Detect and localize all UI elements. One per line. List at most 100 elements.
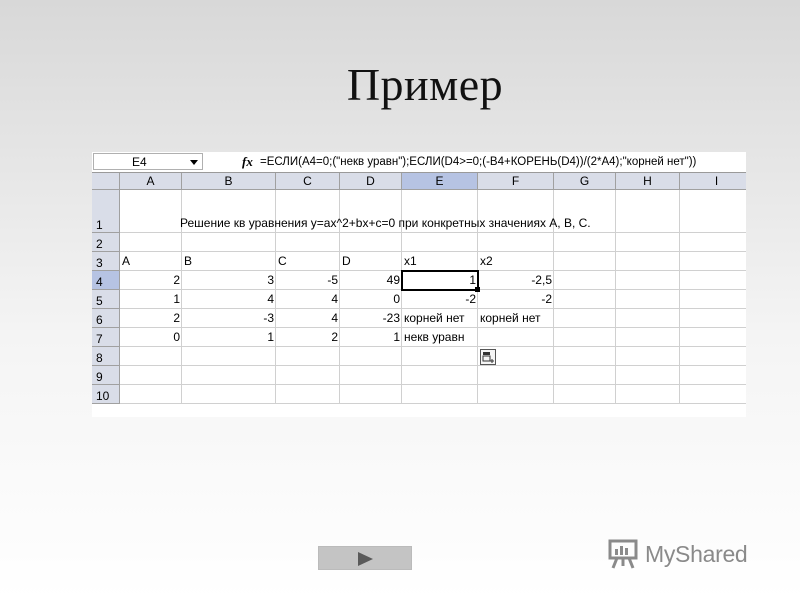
row-number: 10 — [96, 389, 110, 403]
row-number: 5 — [96, 294, 103, 308]
cell-c10[interactable] — [276, 385, 340, 404]
cell-value-d7: 1 — [393, 330, 400, 344]
cell-e8[interactable] — [402, 347, 478, 366]
cell-g5[interactable] — [554, 290, 616, 309]
row-number: 2 — [96, 237, 103, 251]
cell-g3[interactable] — [554, 252, 616, 271]
cell-i3[interactable] — [680, 252, 746, 271]
column-header-h[interactable]: H — [616, 173, 680, 190]
column-header-i[interactable]: I — [680, 173, 746, 190]
formula-input[interactable]: =ЕСЛИ(A4=0;("некв уравн");ЕСЛИ(D4>=0;(-B… — [260, 152, 696, 172]
cell-value-c3: C — [278, 254, 287, 268]
cell-h4[interactable] — [616, 271, 680, 290]
cell-f10[interactable] — [478, 385, 554, 404]
cell-g8[interactable] — [554, 347, 616, 366]
cell-h9[interactable] — [616, 366, 680, 385]
cell-c9[interactable] — [276, 366, 340, 385]
cell-value-a5: 1 — [173, 292, 180, 306]
cell-value-a7: 0 — [173, 330, 180, 344]
cell-i8[interactable] — [680, 347, 746, 366]
cell-h10[interactable] — [616, 385, 680, 404]
cell-b2[interactable] — [182, 233, 276, 252]
cell-d8[interactable] — [340, 347, 402, 366]
cell-i5[interactable] — [680, 290, 746, 309]
column-header-g[interactable]: G — [554, 173, 616, 190]
cell-d10[interactable] — [340, 385, 402, 404]
cell-a1[interactable] — [120, 190, 182, 233]
cell-h7[interactable] — [616, 328, 680, 347]
cell-i9[interactable] — [680, 366, 746, 385]
cell-f2[interactable] — [478, 233, 554, 252]
cell-a10[interactable] — [120, 385, 182, 404]
column-header-f[interactable]: F — [478, 173, 554, 190]
row-number: 4 — [96, 275, 103, 289]
cell-b9[interactable] — [182, 366, 276, 385]
column-header-e[interactable]: E — [402, 173, 478, 190]
cell-c2[interactable] — [276, 233, 340, 252]
next-slide-button[interactable] — [318, 546, 412, 570]
function-icon[interactable]: fx — [242, 153, 253, 171]
cell-h6[interactable] — [616, 309, 680, 328]
logo-text: MyShared — [645, 540, 748, 567]
row-header-4[interactable]: 4 — [92, 271, 120, 290]
row-header-10[interactable]: 10 — [92, 385, 120, 404]
cell-i2[interactable] — [680, 233, 746, 252]
cell-f7[interactable] — [478, 328, 554, 347]
column-header-d[interactable]: D — [340, 173, 402, 190]
cell-value-a4: 2 — [173, 273, 180, 287]
cell-g7[interactable] — [554, 328, 616, 347]
cell-value-b3: B — [184, 254, 193, 268]
cell-g6[interactable] — [554, 309, 616, 328]
column-header-c[interactable]: C — [276, 173, 340, 190]
cell-b10[interactable] — [182, 385, 276, 404]
column-header-a[interactable]: A — [120, 173, 182, 190]
row-number: 3 — [96, 256, 103, 270]
cell-h8[interactable] — [616, 347, 680, 366]
select-all-corner[interactable] — [92, 173, 120, 190]
cell-b8[interactable] — [182, 347, 276, 366]
chevron-down-icon[interactable] — [190, 160, 198, 165]
row-header-8[interactable]: 8 — [92, 347, 120, 366]
cell-g9[interactable] — [554, 366, 616, 385]
cell-a2[interactable] — [120, 233, 182, 252]
column-header-b[interactable]: B — [182, 173, 276, 190]
row-header-6[interactable]: 6 — [92, 309, 120, 328]
cell-value-d3: D — [342, 254, 351, 268]
name-box-value: E4 — [132, 155, 147, 169]
cell-e2[interactable] — [402, 233, 478, 252]
cell-d2[interactable] — [340, 233, 402, 252]
row-header-1[interactable]: 1 — [92, 190, 120, 233]
paste-options-icon[interactable] — [480, 349, 496, 365]
name-box[interactable]: E4 — [93, 153, 203, 170]
cell-i4[interactable] — [680, 271, 746, 290]
cell-i7[interactable] — [680, 328, 746, 347]
row-number: 7 — [96, 332, 103, 346]
cell-h2[interactable] — [616, 233, 680, 252]
cell-e10[interactable] — [402, 385, 478, 404]
cell-i10[interactable] — [680, 385, 746, 404]
cell-i6[interactable] — [680, 309, 746, 328]
cell-h3[interactable] — [616, 252, 680, 271]
cell-f9[interactable] — [478, 366, 554, 385]
cell-value-c5: 4 — [331, 292, 338, 306]
cell-a8[interactable] — [120, 347, 182, 366]
cell-value-f5: -2 — [541, 292, 552, 306]
cell-a9[interactable] — [120, 366, 182, 385]
cell-d9[interactable] — [340, 366, 402, 385]
cell-g10[interactable] — [554, 385, 616, 404]
cell-h5[interactable] — [616, 290, 680, 309]
cell-i1[interactable] — [680, 190, 746, 233]
row-header-3[interactable]: 3 — [92, 252, 120, 271]
row-header-7[interactable]: 7 — [92, 328, 120, 347]
row-header-9[interactable]: 9 — [92, 366, 120, 385]
row-header-5[interactable]: 5 — [92, 290, 120, 309]
cell-h1[interactable] — [616, 190, 680, 233]
cell-g4[interactable] — [554, 271, 616, 290]
fill-handle[interactable] — [475, 287, 480, 292]
cell-c8[interactable] — [276, 347, 340, 366]
cell-g2[interactable] — [554, 233, 616, 252]
cell-e9[interactable] — [402, 366, 478, 385]
row-number: 8 — [96, 351, 103, 365]
row-header-2[interactable]: 2 — [92, 233, 120, 252]
cell-value-c7: 2 — [331, 330, 338, 344]
